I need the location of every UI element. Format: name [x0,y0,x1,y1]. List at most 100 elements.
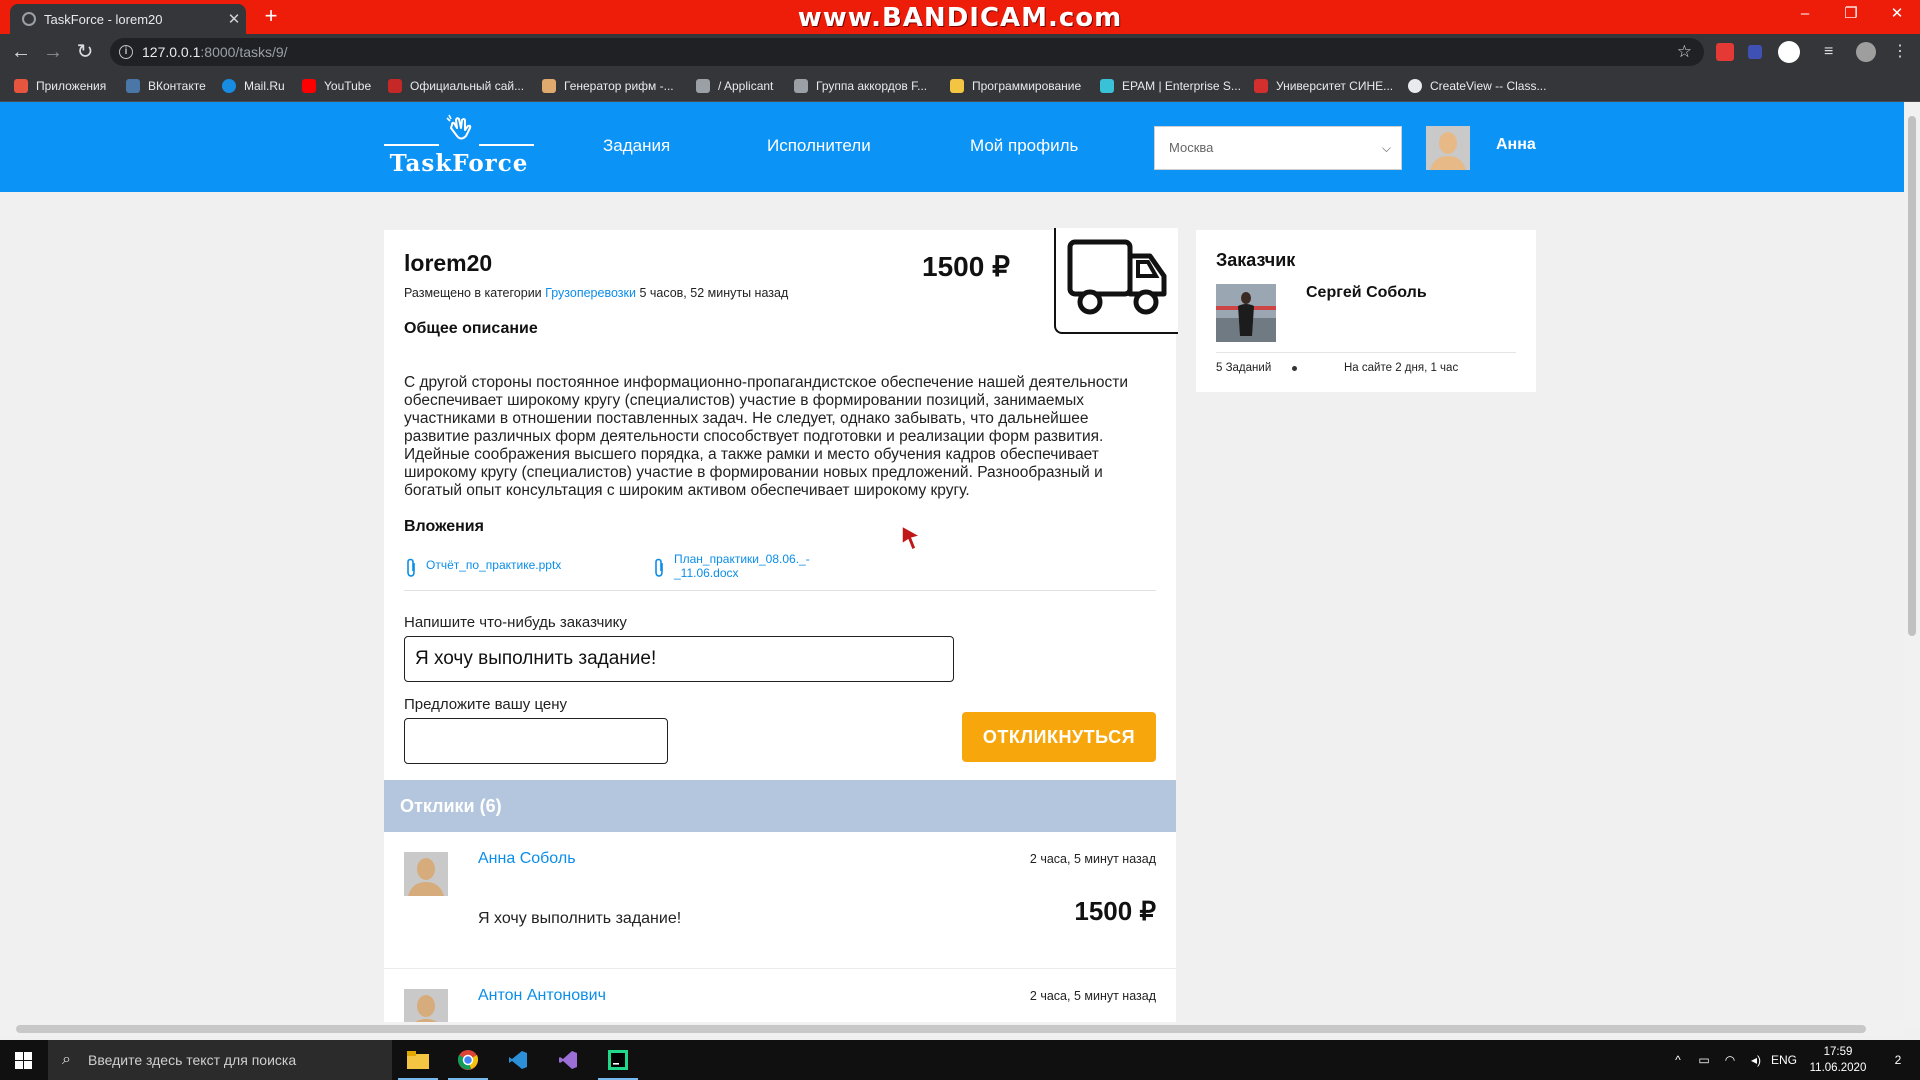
bookmark-label: Программирование [972,79,1082,93]
vertical-scrollbar[interactable] [1904,102,1920,1028]
bookmark-star-icon[interactable]: ☆ [1677,38,1692,66]
response-time: 2 часа, 5 минут назад [1029,852,1156,866]
task-category-link[interactable]: Грузоперевозки [545,286,636,300]
volume-icon[interactable]: ◂) [1744,1040,1768,1080]
customer-photo[interactable] [1216,284,1276,342]
attachment-link[interactable]: План_практики_08.06._- _11.06.docx [652,552,810,580]
taskbar-visual-studio[interactable] [544,1040,592,1080]
back-icon[interactable]: ← [8,40,34,66]
bookmark-programming[interactable]: Программирование [950,77,1081,95]
tray-overflow-icon[interactable]: ^ [1668,1040,1688,1080]
task-card: lorem20 Размещено в категории Грузоперев… [384,228,1178,1028]
start-button[interactable] [0,1040,48,1080]
forward-icon[interactable]: → [40,40,66,66]
description-line: развитие различных форм деятельности спо… [404,428,1104,445]
windows-taskbar: ⌕ Введите здесь текст для поиска ^ ▭ ◠ ◂… [0,1040,1920,1080]
customer-title: Заказчик [1216,250,1296,270]
customer-on-site: На сайте 2 дня, 1 час [1344,362,1459,374]
bookmark-createview[interactable]: CreateView -- Class... [1408,77,1546,95]
divider [404,590,1156,591]
address-bar[interactable]: i 127.0.0.1:8000/tasks/9/ ☆ [110,38,1704,66]
site-icon [388,79,402,93]
customer-name[interactable]: Сергей Соболь [1306,284,1427,302]
taskbar-file-explorer[interactable] [394,1040,442,1080]
customer-tasks-count: 5 Заданий [1216,362,1272,374]
bookmark-university[interactable]: Университет СИНЕ... [1254,77,1393,95]
logo-line-left [384,144,439,146]
bookmark-rhyme-generator[interactable]: Генератор рифм -... [542,77,674,95]
bookmark-applicant[interactable]: / Applicant [696,77,773,95]
user-avatar-icon[interactable] [1856,42,1876,62]
bookmark-label: YouTube [324,79,372,93]
notifications-icon[interactable]: 2 [1880,1040,1916,1080]
city-select[interactable]: Москва ⌵ [1154,126,1402,170]
bookmark-apps[interactable]: Приложения [14,77,106,95]
pycharm-icon [608,1050,628,1070]
minimize-icon[interactable]: – [1782,0,1828,30]
scroll-thumb[interactable] [16,1025,1866,1033]
nav-performers[interactable]: Исполнители [767,136,871,156]
taskbar-vscode[interactable] [494,1040,542,1080]
extension-profile-icon[interactable] [1778,41,1800,63]
task-meta-time: 5 часов, 52 минуты назад [639,286,789,300]
city-select-value: Москва [1169,140,1214,155]
restore-icon[interactable]: ❐ [1828,0,1874,30]
media-control-icon[interactable]: ≡ [1824,43,1842,61]
reload-icon[interactable]: ↻ [72,40,98,66]
scroll-thumb[interactable] [1908,116,1916,636]
language-indicator[interactable]: ENG [1770,1040,1798,1080]
avatar-silhouette-icon [1426,126,1470,170]
extension-record-icon[interactable] [1716,43,1734,61]
taskbar-search-input[interactable]: ⌕ Введите здесь текст для поиска [48,1040,392,1080]
header-avatar[interactable] [1426,126,1470,170]
response-avatar[interactable] [404,852,448,896]
bookmark-label: EPAM | Enterprise S... [1122,79,1241,93]
description-line: С другой стороны постоянное информационн… [404,374,1128,391]
notification-count: 2 [1894,1053,1902,1067]
response-author-link[interactable]: Анна Соболь [478,850,576,868]
browser-menu-icon[interactable]: ⋮ [1892,43,1910,61]
logo-text: TaskForce [389,150,529,177]
bookmark-mailru[interactable]: Mail.Ru [222,77,285,95]
task-price: 1500 ₽ [922,251,1010,282]
battery-icon[interactable]: ▭ [1692,1040,1716,1080]
bookmark-label: Официальный сай... [410,79,525,93]
bookmark-label: Группа аккордов F... [816,79,928,93]
youtube-icon [302,79,316,93]
taskbar-clock[interactable]: 17:59 11.06.2020 [1798,1044,1878,1076]
site-header: TaskForce Задания Исполнители Мой профил… [0,102,1904,192]
attachment-filename: Отчёт_по_практике.pptx [426,558,562,572]
wifi-icon[interactable]: ◠ [1718,1040,1742,1080]
epam-icon [1100,79,1114,93]
response-author-link[interactable]: Антон Антонович [478,987,606,1005]
chevron-down-icon: ⌵ [1381,141,1391,155]
message-input[interactable]: Я хочу выполнить задание! [404,636,954,682]
bookmark-chords-group[interactable]: Группа аккордов F... [794,77,927,95]
bookmark-epam[interactable]: EPAM | Enterprise S... [1100,77,1241,95]
taskbar-chrome[interactable] [444,1040,492,1080]
bookmark-official-site[interactable]: Официальный сай... [388,77,524,95]
bookmark-label: Университет СИНЕ... [1276,79,1394,93]
site-logo[interactable]: TaskForce [384,114,534,180]
response-text: Я хочу выполнить задание! [478,910,682,927]
nav-tasks[interactable]: Задания [603,136,670,156]
bookmark-youtube[interactable]: YouTube [302,77,371,95]
header-user-name[interactable]: Анна [1496,136,1536,154]
respond-button[interactable]: ОТКЛИКНУТЬСЯ [962,712,1156,762]
bookmark-label: Mail.Ru [244,79,285,93]
price-offer-input[interactable] [404,718,668,764]
bookmark-vk[interactable]: ВКонтакте [126,77,206,95]
avatar-silhouette-icon [404,852,448,896]
vscode-icon [509,1051,527,1069]
site-info-icon[interactable]: i [119,45,133,59]
close-window-icon[interactable]: ✕ [1874,0,1920,30]
nav-my-profile[interactable]: Мой профиль [970,136,1078,156]
bookmarks-bar: Приложения ВКонтакте Mail.Ru YouTube Офи… [0,70,1920,102]
taskbar-pycharm[interactable] [594,1040,642,1080]
windows-logo-icon [15,1052,32,1069]
extension-translate-icon[interactable] [1748,45,1762,59]
horizontal-scrollbar[interactable] [0,1022,1904,1036]
url-host: 127.0.0.1 [142,44,201,60]
price-offer-label: Предложите вашу цену [404,696,568,713]
attachment-link[interactable]: Отчёт_по_практике.pptx [404,558,561,578]
